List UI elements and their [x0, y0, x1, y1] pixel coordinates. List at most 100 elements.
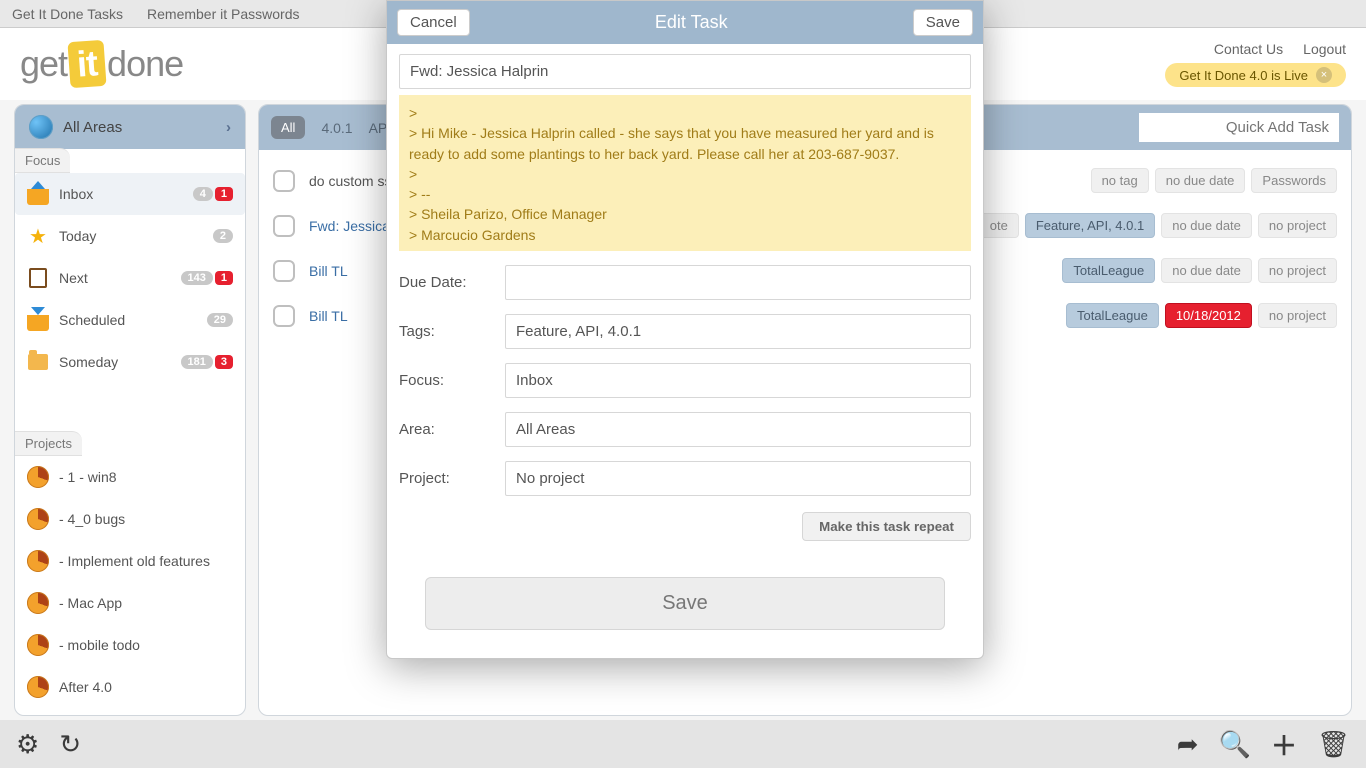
sidebar-item-someday[interactable]: Someday1813: [15, 341, 245, 383]
scheduled-icon: [27, 309, 49, 331]
task-checkbox[interactable]: [273, 215, 295, 237]
sidebar-item-label: Today: [59, 228, 96, 244]
section-focus-label: Focus: [15, 148, 70, 173]
task-note[interactable]: >> Hi Mike - Jessica Halprin called - sh…: [399, 95, 971, 251]
sidebar-project-item[interactable]: After 4.0: [15, 666, 245, 708]
sidebar-item-inbox[interactable]: Inbox 41: [15, 173, 245, 215]
area-field-label: Area:: [399, 421, 495, 438]
edit-task-modal: Cancel Edit Task Save >> Hi Mike - Jessi…: [386, 0, 984, 659]
task-pill[interactable]: no project: [1258, 213, 1337, 238]
gear-icon[interactable]: ⚙: [16, 729, 39, 760]
logo: getitdone: [20, 41, 183, 87]
bottom-toolbar: ⚙ ↻ ➦ 🔍 ＋ 🗑: [0, 720, 1366, 768]
area-label: All Areas: [63, 119, 122, 136]
sidebar-item-label: Someday: [59, 354, 118, 370]
cancel-button[interactable]: Cancel: [397, 9, 470, 36]
quick-add-input[interactable]: [1139, 113, 1339, 142]
sidebar-item-today[interactable]: ★ Today 2: [15, 215, 245, 257]
filter-all[interactable]: All: [271, 116, 305, 139]
sidebar-item-scheduled[interactable]: Scheduled29: [15, 299, 245, 341]
save-button-large[interactable]: Save: [425, 577, 945, 630]
task-pill[interactable]: no due date: [1161, 258, 1252, 283]
star-icon: ★: [27, 225, 49, 247]
globe-icon: [29, 115, 53, 139]
modal-header: Cancel Edit Task Save: [387, 1, 983, 44]
save-button[interactable]: Save: [913, 9, 973, 36]
logo-it-badge: it: [67, 40, 106, 88]
count-badge: 4: [193, 187, 213, 201]
task-pill[interactable]: no project: [1258, 303, 1337, 328]
alert-badge: 1: [215, 271, 233, 285]
sidebar-item-next[interactable]: Next 1431: [15, 257, 245, 299]
task-pill[interactable]: TotalLeague: [1062, 258, 1155, 283]
chevron-right-icon: ›: [226, 119, 231, 136]
version-live-badge[interactable]: Get It Done 4.0 is Live ×: [1165, 63, 1346, 87]
task-pill[interactable]: ote: [979, 213, 1019, 238]
focus-select[interactable]: [505, 363, 971, 398]
trash-icon[interactable]: 🗑: [1317, 729, 1350, 760]
logo-text-post: done: [107, 43, 183, 84]
inbox-icon: [27, 183, 49, 205]
version-live-text: Get It Done 4.0 is Live: [1179, 68, 1308, 83]
count-badge: 2: [213, 229, 233, 243]
project-icon: [27, 634, 49, 656]
alert-badge: 1: [215, 187, 233, 201]
sidebar-item-label: - mobile todo: [59, 637, 140, 653]
tags-input[interactable]: [505, 314, 971, 349]
sidebar-item-label: Inbox: [59, 186, 93, 202]
logout-link[interactable]: Logout: [1303, 41, 1346, 57]
area-select[interactable]: [505, 412, 971, 447]
book-icon: [27, 267, 49, 289]
project-icon: [27, 676, 49, 698]
task-pill[interactable]: no due date: [1155, 168, 1246, 193]
task-pill[interactable]: Feature, API, 4.0.1: [1025, 213, 1155, 238]
sidebar-project-item[interactable]: - Implement old features: [15, 540, 245, 582]
task-pill[interactable]: no due date: [1161, 213, 1252, 238]
refresh-icon[interactable]: ↻: [59, 729, 81, 760]
section-projects-label: Projects: [15, 431, 82, 456]
sidebar: All Areas › Focus Inbox41★Today2Next1431…: [14, 104, 246, 716]
project-icon: [27, 508, 49, 530]
make-repeat-button[interactable]: Make this task repeat: [802, 512, 971, 541]
sidebar-project-item[interactable]: - mobile todo: [15, 624, 245, 666]
task-title-input[interactable]: [399, 54, 971, 89]
task-pill[interactable]: TotalLeague: [1066, 303, 1159, 328]
project-select[interactable]: [505, 461, 971, 496]
task-pill[interactable]: no project: [1258, 258, 1337, 283]
focus-field-label: Focus:: [399, 372, 495, 389]
filter-tab[interactable]: 4.0.1: [321, 120, 352, 136]
count-badge: 143: [181, 271, 213, 285]
task-checkbox[interactable]: [273, 170, 295, 192]
share-icon[interactable]: ➦: [1177, 729, 1199, 760]
sidebar-project-item[interactable]: - 4_0 bugs: [15, 498, 245, 540]
due-date-input[interactable]: [505, 265, 971, 300]
area-selector[interactable]: All Areas ›: [15, 105, 245, 149]
project-field-label: Project:: [399, 470, 495, 487]
sidebar-project-item[interactable]: - 1 - win8: [15, 456, 245, 498]
task-pill[interactable]: 10/18/2012: [1165, 303, 1252, 328]
nav-passwords-link[interactable]: Remember it Passwords: [147, 6, 300, 22]
task-pill[interactable]: Passwords: [1251, 168, 1337, 193]
logo-text-pre: get: [20, 43, 67, 84]
project-icon: [27, 550, 49, 572]
sidebar-item-label: - 1 - win8: [59, 469, 117, 485]
task-pill[interactable]: no tag: [1091, 168, 1149, 193]
tags-label: Tags:: [399, 323, 495, 340]
sidebar-project-item[interactable]: - Mac App: [15, 582, 245, 624]
project-icon: [27, 466, 49, 488]
close-icon[interactable]: ×: [1316, 67, 1332, 83]
nav-tasks-link[interactable]: Get It Done Tasks: [12, 6, 123, 22]
sidebar-item-label: Next: [59, 270, 88, 286]
sidebar-item-label: After 4.0: [59, 679, 112, 695]
contact-us-link[interactable]: Contact Us: [1214, 41, 1283, 57]
sidebar-item-label: - 4_0 bugs: [59, 511, 125, 527]
sidebar-item-label: - Implement old features: [59, 553, 210, 569]
project-icon: [27, 592, 49, 614]
alert-badge: 3: [215, 355, 233, 369]
task-checkbox[interactable]: [273, 260, 295, 282]
task-checkbox[interactable]: [273, 305, 295, 327]
count-badge: 29: [207, 313, 233, 327]
due-date-label: Due Date:: [399, 274, 495, 291]
add-icon[interactable]: ＋: [1271, 726, 1297, 763]
search-icon[interactable]: 🔍: [1219, 729, 1251, 760]
